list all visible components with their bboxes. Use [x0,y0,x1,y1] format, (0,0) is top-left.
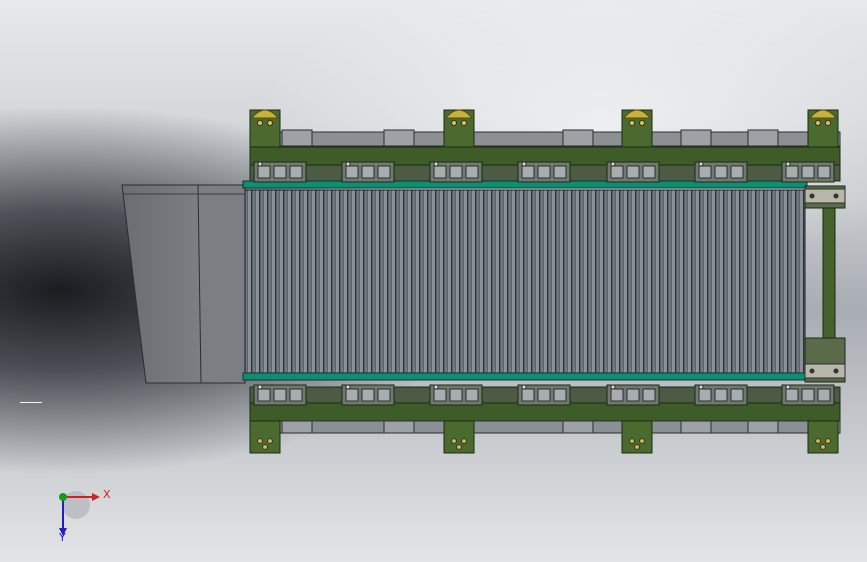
y-axis-label: Y [58,531,66,544]
coordinate-triad: X Y [58,488,111,544]
x-axis-label: X [103,488,111,501]
graphics-viewport[interactable]: X Y [0,0,867,562]
y-axis-dot [59,493,67,501]
x-axis-arrow [92,493,100,501]
